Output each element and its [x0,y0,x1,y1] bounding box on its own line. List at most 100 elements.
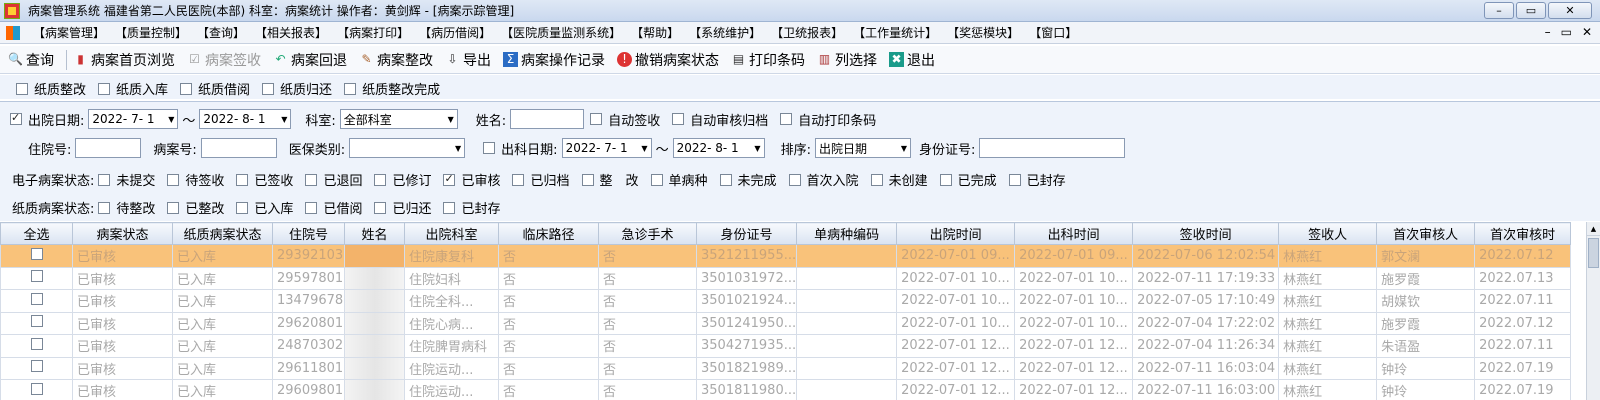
column-header[interactable]: 首次审核人 [1376,222,1476,245]
row-checkbox[interactable] [30,270,43,283]
id-input[interactable] [979,138,1126,158]
paper-store-option[interactable]: 纸质入库 [98,79,168,98]
e-status-option[interactable]: 整 改 [581,170,639,189]
paper-rectify-done-option[interactable]: 纸质整改完成 [344,79,440,98]
checkbox[interactable] [650,173,663,186]
table-row[interactable]: 已审核 已入库 29392103 住院康复科否否 3521211955... 2022-0… [0,244,1572,268]
e-status-option[interactable]: 已退回 [305,170,362,189]
scroll-up-icon[interactable]: ▲ [1587,222,1600,236]
checkbox[interactable] [167,201,180,214]
table-row[interactable]: 已审核 已入库 29620801 住院心病... 否否 3501241950... 2022… [0,311,1572,335]
scroll-thumb[interactable] [1588,238,1599,268]
menu-item-monitoring[interactable]: 【医院质量监测系统】 [496,24,626,41]
auto-print-option[interactable]: 自动打印条码 [780,110,876,129]
mdi-restore-button[interactable]: ▭ [1561,25,1572,39]
menu-item-health-reports[interactable]: 【卫统报表】 [766,24,848,41]
paper-rectify-option[interactable]: 纸质整改 [16,79,86,98]
table-row[interactable]: 已审核 已入库 29611801 住院运动... 否否 3501821989... 2022… [0,356,1572,380]
column-header[interactable]: 身份证号 [695,222,798,245]
menu-item-rewards[interactable]: 【奖惩模块】 [942,24,1024,41]
checkbox[interactable] [98,82,111,95]
table-row[interactable]: 已审核 已入库 29597801 住院妇科否否 3501031972... 2022-07… [0,266,1572,290]
query-button[interactable]: 🔍 查询 [8,50,54,70]
out-dept-to-picker[interactable]: 2022- 8- 1 ▼ [672,138,765,158]
e-status-option[interactable]: 未提交 [98,170,155,189]
inpatient-no-input[interactable] [75,138,142,158]
name-input[interactable] [510,109,585,129]
column-header[interactable]: 出院时间 [896,222,1016,245]
row-checkbox[interactable] [30,360,43,373]
column-header[interactable]: 签收时间 [1132,222,1280,245]
checkbox[interactable] [98,201,111,214]
menu-item-maintenance[interactable]: 【系统维护】 [684,24,766,41]
maximize-button[interactable]: ▭ [1516,2,1546,19]
column-header[interactable]: 急诊手术 [598,222,697,245]
select-all-header[interactable]: 全选 [0,222,73,245]
checkbox[interactable] [236,173,249,186]
checkbox[interactable] [443,172,456,186]
checkbox[interactable] [581,173,594,186]
menu-item-help[interactable]: 【帮助】 [626,24,684,41]
checkbox[interactable] [374,173,387,186]
auto-sign-option[interactable]: 自动签收 [590,110,660,129]
table-row[interactable]: 已审核 已入库 24870302 住院脾胃病科否否 3504271935... 2022-… [0,334,1572,358]
auto-review-option[interactable]: 自动审核归档 [672,110,768,129]
e-status-option[interactable]: 未创建 [870,170,928,189]
return-button[interactable]: ↶ 病案回退 [273,50,347,70]
p-status-option[interactable]: 已入库 [236,198,293,217]
menu-item-workload[interactable]: 【工作量统计】 [848,24,942,41]
menu-app-icon[interactable] [6,25,20,40]
e-status-option[interactable]: 已归档 [512,170,570,189]
rectify-button[interactable]: ✎ 病案整改 [359,50,433,70]
column-header[interactable]: 出院科室 [404,222,499,245]
checkbox[interactable] [719,173,732,186]
checkbox[interactable] [16,82,28,95]
column-header[interactable]: 首次审核时 [1474,222,1572,245]
menu-item-quality[interactable]: 【质量控制】 [110,24,192,41]
checkbox[interactable] [305,173,318,186]
checkbox[interactable] [1008,173,1021,186]
discharge-to-picker[interactable]: 2022- 8- 1 ▼ [199,109,292,129]
checkbox[interactable] [512,173,525,186]
p-status-option[interactable]: 待整改 [98,198,155,217]
row-checkbox[interactable] [30,247,43,260]
checkbox[interactable] [180,82,193,95]
close-button[interactable]: ✕ [1548,2,1592,19]
column-header[interactable]: 病案状态 [72,222,173,245]
column-header[interactable]: 住院号 [272,222,345,245]
checkbox[interactable] [344,82,357,95]
row-checkbox[interactable] [30,382,43,395]
checkbox[interactable] [167,173,180,186]
export-button[interactable]: ⇩ 导出 [445,50,491,70]
checkbox[interactable] [870,173,883,186]
mdi-close-button[interactable]: ✕ [1582,25,1592,39]
menu-item-reports[interactable]: 【相关报表】 [250,24,332,41]
vertical-scrollbar[interactable]: ▲ [1586,222,1600,400]
checkbox[interactable] [672,113,685,125]
row-checkbox[interactable] [30,337,43,350]
out-dept-from-picker[interactable]: 2022- 7- 1 ▼ [561,138,652,158]
p-status-option[interactable]: 已整改 [167,198,224,217]
checkbox[interactable] [780,113,793,125]
e-status-option[interactable]: 已完成 [939,170,997,189]
e-status-option[interactable]: 待签收 [167,170,224,189]
insurance-select[interactable]: ▼ [349,138,466,158]
menu-item-window[interactable]: 【窗口】 [1024,24,1082,41]
paper-borrow-option[interactable]: 纸质借阅 [180,79,250,98]
e-status-option[interactable]: 已审核 [443,170,500,189]
p-status-option[interactable]: 已借阅 [305,198,362,217]
p-status-option[interactable]: 已封存 [443,198,500,217]
column-header[interactable]: 单病种编码 [796,222,898,245]
checkbox[interactable] [788,173,801,186]
out-dept-date-checkbox[interactable] [483,142,496,154]
column-header[interactable]: 临床路径 [498,222,599,245]
menu-item-record-mgmt[interactable]: 【病案管理】 [28,24,110,41]
checkbox[interactable] [443,201,456,214]
menu-item-borrow[interactable]: 【病历借阅】 [414,24,496,41]
checkbox[interactable] [374,201,387,214]
e-status-option[interactable]: 已封存 [1008,170,1066,189]
column-header[interactable]: 出科时间 [1014,222,1134,245]
row-checkbox[interactable] [30,292,43,305]
operation-log-button[interactable]: Σ 病案操作记录 [503,50,605,70]
paper-return-option[interactable]: 纸质归还 [262,79,332,98]
